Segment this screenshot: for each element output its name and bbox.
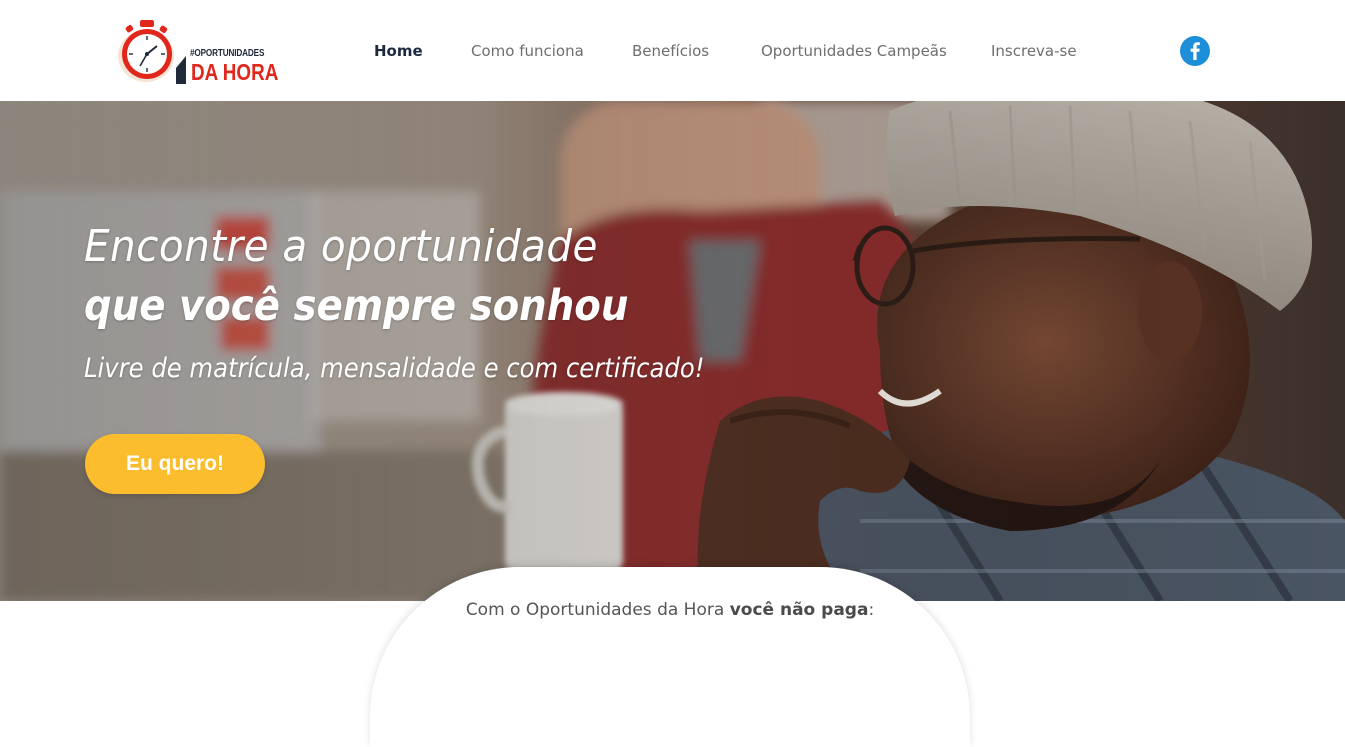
logo[interactable]: #OPORTUNIDADES DA HORA	[116, 18, 279, 88]
nav-item-beneficios[interactable]: Benefícios	[632, 40, 709, 62]
nav-item-oportunidades-campeas[interactable]: Oportunidades Campeãs	[761, 40, 947, 62]
hero-headline-line1: Encontre a oportunidade	[84, 221, 598, 272]
nav-item-home[interactable]: Home	[374, 40, 423, 62]
hero-photo	[0, 101, 1345, 601]
nav-item-como-funciona[interactable]: Como funciona	[471, 40, 584, 62]
no-fees-text-prefix: Com o Oportunidades da Hora	[465, 600, 730, 620]
nav-item-inscreva-se[interactable]: Inscreva-se	[991, 40, 1077, 62]
site-header: #OPORTUNIDADES DA HORA Home Como funcion…	[0, 0, 1345, 101]
eu-quero-button[interactable]: Eu quero!	[85, 434, 265, 494]
facebook-icon	[1190, 42, 1200, 60]
logo-title: DA HORA	[191, 59, 279, 85]
hero-subheadline: Livre de matrícula, mensalidade e com ce…	[84, 353, 705, 384]
logo-tagline: #OPORTUNIDADES	[190, 48, 265, 59]
no-fees-intro: Com o Oportunidades da Hora você não pag…	[0, 600, 1340, 620]
hero-banner: Encontre a oportunidade que você sempre …	[0, 101, 1345, 601]
pricing-card	[370, 567, 970, 747]
facebook-button[interactable]	[1180, 36, 1210, 66]
no-fees-text-bold: você não paga	[729, 600, 869, 620]
no-fees-text-suffix: :	[868, 600, 875, 620]
hero-headline-line2: que você sempre sonhou	[84, 281, 629, 331]
